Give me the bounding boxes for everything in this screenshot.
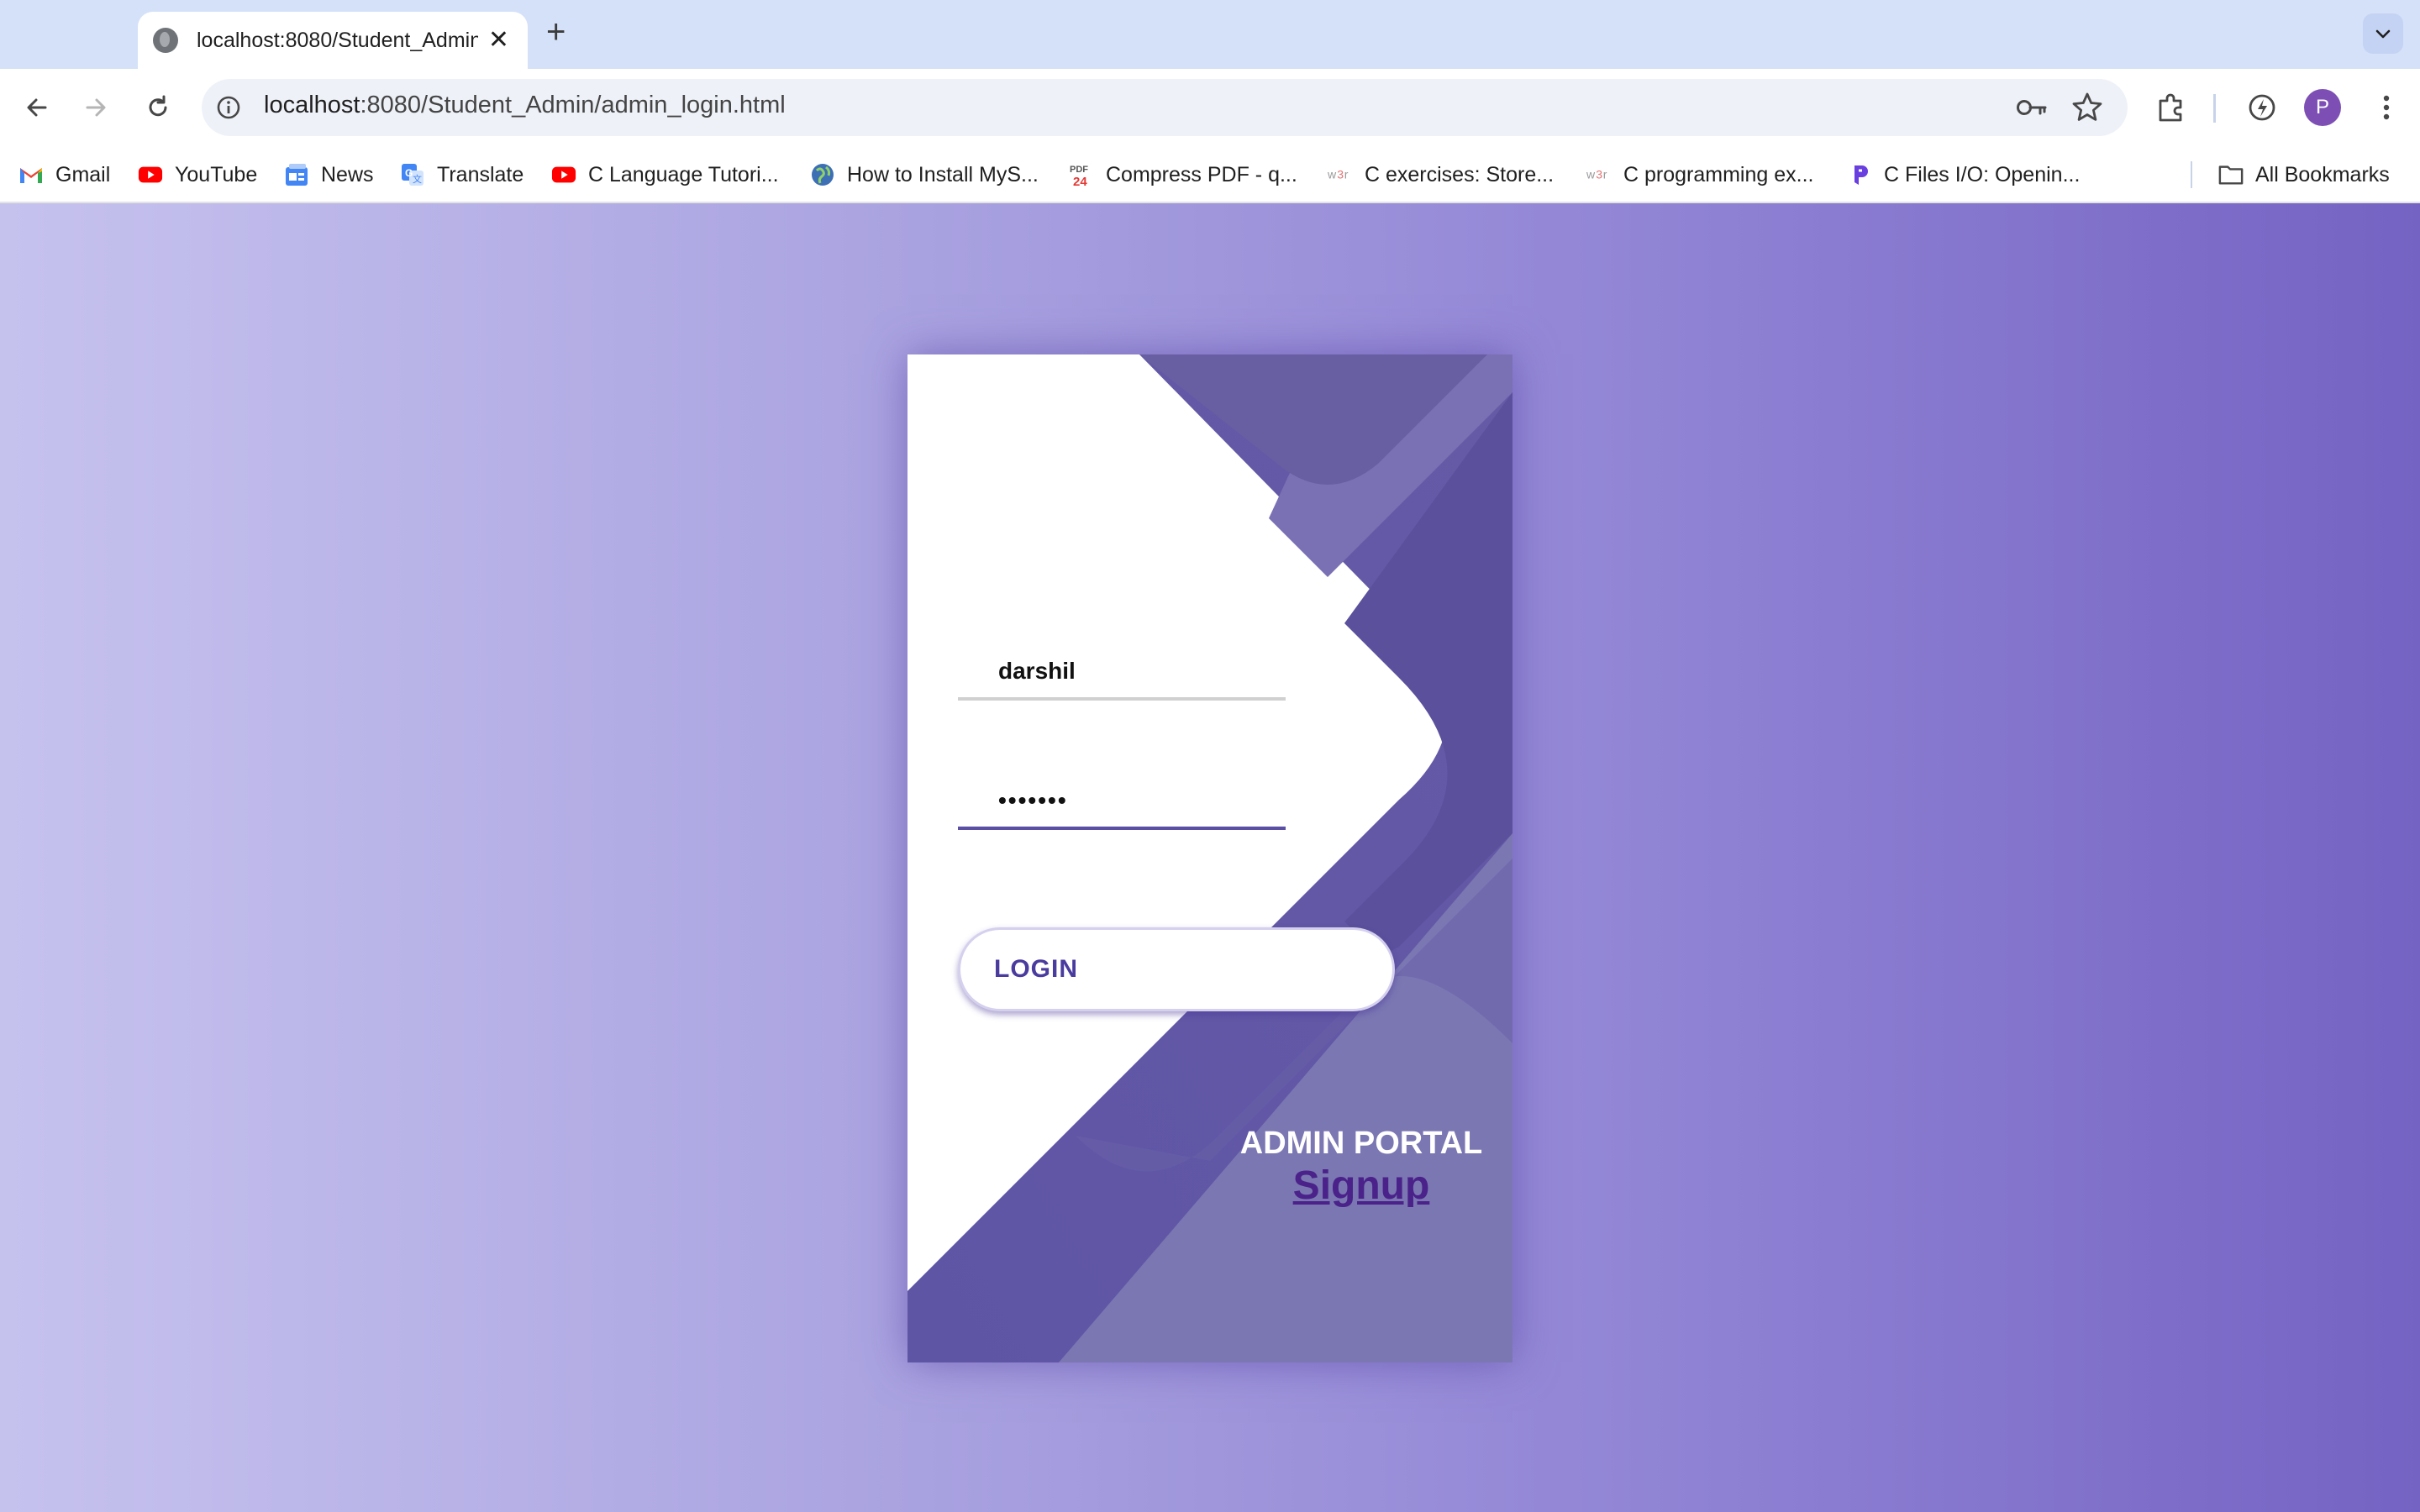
w3r-icon: w3r [1586, 162, 1612, 187]
youtube-icon [138, 162, 163, 187]
portal-title: ADMIN PORTAL [1239, 1126, 1483, 1161]
gmail-icon [18, 162, 44, 187]
password-value: ••••••• [998, 787, 1068, 813]
svg-text:3: 3 [1337, 168, 1344, 181]
extensions-icon[interactable] [2154, 91, 2188, 129]
forward-button[interactable] [76, 87, 116, 128]
bookmark-label: Translate [437, 162, 524, 186]
svg-text:r: r [1603, 168, 1607, 181]
chevron-down-icon [2375, 29, 2391, 39]
profile-initial: P [2315, 96, 2329, 118]
signup-link[interactable]: Signup [1227, 1163, 1496, 1209]
close-tab-icon[interactable]: ✕ [488, 28, 509, 53]
bookmarks-divider [2191, 161, 2192, 188]
w3r-icon: w3r [1328, 162, 1353, 187]
bookmark-c-language-tutorial[interactable]: C Language Tutori... [551, 160, 779, 190]
bookmark-c-files-io[interactable]: C Files I/O: Openin... [1847, 160, 2080, 190]
svg-text:w: w [1328, 168, 1337, 181]
url-path: :8080/Student_Admin/admin_login.html [360, 92, 786, 118]
username-value: darshil [998, 658, 1076, 684]
bookmark-news[interactable]: News [284, 160, 374, 190]
password-key-icon[interactable] [2015, 92, 2049, 127]
tab-title: localhost:8080/Student_Admin/admin_login… [197, 28, 478, 52]
page-background: darshil ••••••• LOGIN ADMIN PORTAL Signu… [0, 203, 2420, 1512]
svg-text:w: w [1586, 168, 1596, 181]
url-text[interactable]: localhost:8080/Student_Admin/admin_login… [264, 92, 786, 119]
bookmark-label: C programming ex... [1623, 162, 1814, 186]
username-input[interactable]: darshil [958, 645, 1286, 701]
programiz-icon [1847, 162, 1872, 187]
svg-text:PDF: PDF [1070, 165, 1088, 175]
bookmark-label: Gmail [55, 162, 111, 186]
bookmark-translate[interactable]: G文 Translate [400, 160, 523, 190]
arrow-left-icon [27, 98, 47, 117]
bookmark-label: How to Install MyS... [847, 162, 1039, 186]
performance-icon[interactable] [2245, 91, 2279, 129]
login-button-label: LOGIN [994, 955, 1078, 983]
folder-icon [2218, 162, 2244, 187]
svg-text:3: 3 [1596, 168, 1602, 181]
bookmark-label: YouTube [175, 162, 258, 186]
news-icon [284, 162, 309, 187]
bookmark-label: C Language Tutori... [588, 162, 779, 186]
toolbar-divider [2213, 94, 2216, 123]
profile-avatar[interactable]: P [2304, 89, 2341, 126]
reload-button[interactable] [138, 87, 178, 128]
password-input[interactable]: ••••••• [958, 774, 1286, 830]
bookmark-star-icon[interactable] [2070, 91, 2104, 129]
globe-icon [153, 28, 178, 53]
bookmark-compress-pdf[interactable]: PDF 24 Compress PDF - q... [1069, 160, 1297, 190]
all-bookmarks-button[interactable]: All Bookmarks [2218, 160, 2390, 190]
bookmark-label: C exercises: Store... [1365, 162, 1555, 186]
bookmark-label: Compress PDF - q... [1106, 162, 1297, 186]
bookmark-youtube[interactable]: YouTube [138, 160, 257, 190]
bookmark-label: News [321, 162, 374, 186]
login-card: darshil ••••••• LOGIN ADMIN PORTAL Signu… [908, 354, 1512, 1362]
youtube-icon [551, 162, 576, 187]
active-tab[interactable]: localhost:8080/Student_Admin/admin_login… [138, 12, 528, 69]
svg-text:G: G [405, 167, 413, 179]
bookmark-gmail[interactable]: Gmail [18, 160, 110, 190]
new-tab-button[interactable]: + [546, 15, 566, 49]
svg-text:文: 文 [413, 173, 422, 185]
url-host: localhost [264, 92, 360, 118]
all-bookmarks-label: All Bookmarks [2255, 162, 2390, 186]
more-menu-icon[interactable] [2370, 91, 2403, 129]
bookmark-c-programming-ex[interactable]: w3r C programming ex... [1586, 160, 1813, 190]
card-background-shapes [908, 354, 1512, 1362]
bookmark-install-mysql[interactable]: How to Install MyS... [810, 160, 1039, 190]
tab-search-button[interactable] [2363, 13, 2403, 54]
globe-icon [810, 162, 835, 187]
svg-text:r: r [1344, 168, 1349, 181]
bookmark-label: C Files I/O: Openin... [1884, 162, 2081, 186]
site-info-icon[interactable] [213, 92, 244, 123]
translate-icon: G文 [400, 162, 425, 187]
arrow-right-icon [86, 98, 106, 117]
svg-text:24: 24 [1073, 175, 1087, 187]
reload-icon [149, 95, 167, 117]
bookmark-c-exercises[interactable]: w3r C exercises: Store... [1328, 160, 1554, 190]
pdf24-icon: PDF 24 [1069, 162, 1094, 187]
login-button[interactable]: LOGIN [958, 927, 1395, 1011]
back-button[interactable] [17, 87, 57, 128]
